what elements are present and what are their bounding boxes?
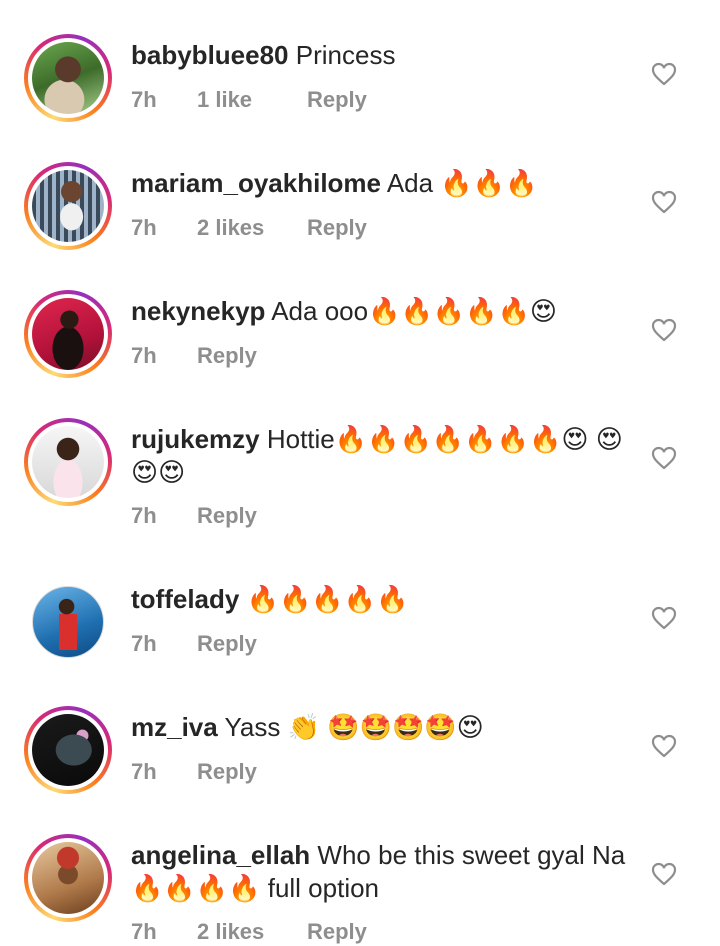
heart-icon[interactable] xyxy=(651,318,677,342)
comment-text: mz_iva Yass 👏 🤩🤩🤩🤩😍 xyxy=(131,711,631,744)
avatar[interactable] xyxy=(24,162,112,250)
username[interactable]: rujukemzy xyxy=(131,424,260,454)
comment-body: Yass 👏 🤩🤩🤩🤩😍 xyxy=(224,712,484,742)
heart-icon[interactable] xyxy=(651,606,677,630)
comment-body: Ada 🔥🔥🔥 xyxy=(386,168,538,198)
reply-button[interactable]: Reply xyxy=(197,758,257,786)
comment-text: babybluee80 Princess xyxy=(131,39,631,72)
comment-meta: 7h 2 likes Reply xyxy=(131,214,367,242)
reply-button[interactable]: Reply xyxy=(197,342,257,370)
heart-icon[interactable] xyxy=(651,62,677,86)
avatar[interactable] xyxy=(24,290,112,378)
heart-icon[interactable] xyxy=(651,734,677,758)
username[interactable]: toffelady xyxy=(131,584,239,614)
username[interactable]: nekynekyp xyxy=(131,296,265,326)
comment-text: rujukemzy Hottie🔥🔥🔥🔥🔥🔥🔥😍 😍😍😍 xyxy=(131,423,631,489)
username[interactable]: angelina_ellah xyxy=(131,840,310,870)
heart-icon[interactable] xyxy=(651,190,677,214)
timestamp: 7h xyxy=(131,919,157,944)
timestamp: 7h xyxy=(131,631,157,656)
comment-text: toffelady 🔥🔥🔥🔥🔥 xyxy=(131,583,631,616)
reply-button[interactable]: Reply xyxy=(197,502,257,530)
comment-text: angelina_ellah Who be this sweet gyal Na… xyxy=(131,839,631,905)
comment-meta: 7h Reply xyxy=(131,342,257,370)
like-count[interactable]: 2 likes xyxy=(197,214,307,242)
heart-icon[interactable] xyxy=(651,446,677,470)
like-count[interactable]: 2 likes xyxy=(197,918,307,946)
username[interactable]: babybluee80 xyxy=(131,40,289,70)
comment-body: 🔥🔥🔥🔥🔥 xyxy=(246,584,409,614)
avatar[interactable] xyxy=(24,834,112,922)
reply-button[interactable]: Reply xyxy=(307,86,367,114)
timestamp: 7h xyxy=(131,759,157,784)
comment-text: nekynekyp Ada ooo🔥🔥🔥🔥🔥😍 xyxy=(131,295,631,328)
comment-meta: 7h Reply xyxy=(131,630,257,658)
avatar[interactable] xyxy=(24,34,112,122)
comment-meta: 7h 2 likes Reply xyxy=(131,918,367,946)
username[interactable]: mz_iva xyxy=(131,712,218,742)
reply-button[interactable]: Reply xyxy=(307,214,367,242)
comment-meta: 7h 1 like Reply xyxy=(131,86,367,114)
like-count[interactable]: 1 like xyxy=(197,86,307,114)
avatar[interactable] xyxy=(24,418,112,506)
timestamp: 7h xyxy=(131,215,157,240)
timestamp: 7h xyxy=(131,343,157,368)
reply-button[interactable]: Reply xyxy=(307,918,367,946)
comment-body: Ada ooo🔥🔥🔥🔥🔥😍 xyxy=(271,296,558,326)
comment-text: mariam_oyakhilome Ada 🔥🔥🔥 xyxy=(131,167,631,200)
heart-icon[interactable] xyxy=(651,862,677,886)
timestamp: 7h xyxy=(131,87,157,112)
avatar[interactable] xyxy=(24,578,112,666)
avatar[interactable] xyxy=(24,706,112,794)
comment-meta: 7h Reply xyxy=(131,502,257,530)
timestamp: 7h xyxy=(131,503,157,528)
comment-meta: 7h Reply xyxy=(131,758,257,786)
reply-button[interactable]: Reply xyxy=(197,630,257,658)
username[interactable]: mariam_oyakhilome xyxy=(131,168,381,198)
comment-body: Princess xyxy=(295,40,396,70)
